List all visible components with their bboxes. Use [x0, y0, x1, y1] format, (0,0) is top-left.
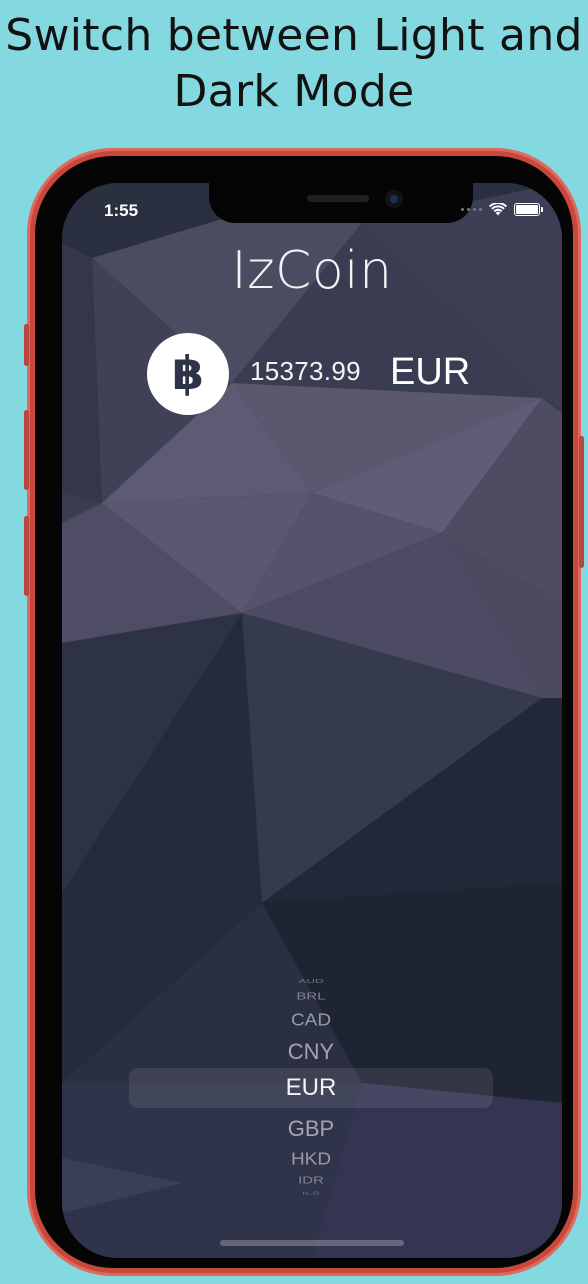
- phone-bezel: 1:55 IzCoin ฿ 15373.99 EUR AUD BRL CAD C…: [35, 156, 573, 1268]
- volume-up-button: [24, 410, 29, 490]
- home-indicator[interactable]: [220, 1240, 404, 1246]
- front-camera: [385, 190, 403, 208]
- status-time: 1:55: [104, 201, 139, 220]
- phone-frame: 1:55 IzCoin ฿ 15373.99 EUR AUD BRL CAD C…: [24, 148, 584, 1276]
- picker-item-idr[interactable]: IDR: [129, 1175, 493, 1186]
- battery-icon: [514, 203, 543, 216]
- silent-switch: [24, 324, 29, 366]
- volume-down-button: [24, 516, 29, 596]
- bitcoin-icon: ฿: [147, 333, 229, 415]
- bitcoin-price: 15373.99: [250, 356, 361, 386]
- promo-caption: Switch between Light and Dark Mode: [5, 10, 583, 117]
- picker-item-brl[interactable]: BRL: [129, 991, 493, 1002]
- svg-text:฿: ฿: [172, 346, 204, 400]
- power-button: [579, 436, 584, 568]
- picker-item-cny[interactable]: CNY: [129, 1041, 493, 1063]
- earpiece-speaker: [307, 195, 369, 202]
- app-title: IzCoin: [231, 241, 393, 301]
- picker-item-gbp[interactable]: GBP: [129, 1118, 493, 1140]
- notch: [209, 183, 473, 223]
- currency-picker[interactable]: AUD BRL CAD CNY EUR GBP HKD IDR ILS: [129, 978, 493, 1198]
- signal-dots-icon: [461, 208, 482, 211]
- picker-item-ils[interactable]: ILS: [129, 1191, 493, 1196]
- picker-item-hkd[interactable]: HKD: [129, 1151, 493, 1168]
- picker-item-cad[interactable]: CAD: [129, 1012, 493, 1029]
- picker-item-aud[interactable]: AUD: [129, 978, 493, 983]
- app-screen: 1:55 IzCoin ฿ 15373.99 EUR AUD BRL CAD C…: [62, 183, 562, 1258]
- picker-item-eur[interactable]: EUR: [129, 1076, 493, 1100]
- wifi-icon: [489, 203, 507, 216]
- selected-currency-label: EUR: [390, 351, 471, 393]
- status-icons: [461, 203, 543, 216]
